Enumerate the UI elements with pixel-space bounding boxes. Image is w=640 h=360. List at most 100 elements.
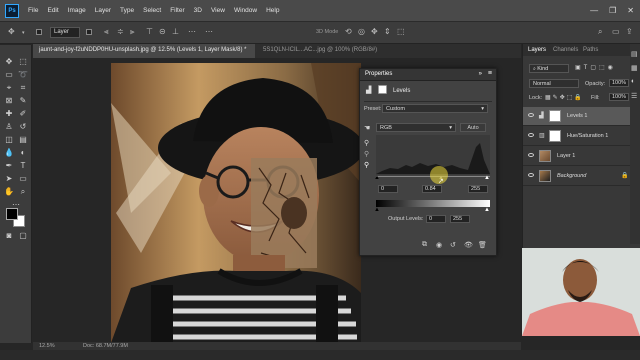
minimize-button[interactable]: — [590,6,598,15]
history-brush-tool-icon[interactable]: ↺ [18,122,28,132]
layer-row-background[interactable]: Background 🔒 [523,167,631,186]
auto-select-checkbox[interactable] [36,29,42,35]
document-image[interactable] [111,63,361,343]
layer-mask-thumbnail[interactable] [549,130,561,142]
collapse-icon[interactable]: » [479,71,482,77]
align-top-icon[interactable]: ⊤ [146,27,153,36]
white-point-eyedropper-icon[interactable]: ⚲ [364,161,369,169]
close-button[interactable]: ✕ [627,6,634,15]
output-white-field[interactable]: 255 [450,215,470,223]
align-right-icon[interactable]: ⫸ [130,27,135,37]
marquee-tool-icon[interactable]: ▭ [4,70,14,80]
align-left-icon[interactable]: ⫷ [104,27,109,37]
shape-tool-icon[interactable]: ▭ [18,174,28,184]
visibility-eye-icon[interactable] [528,133,534,137]
move-tool-icon[interactable]: ✥ [4,57,14,67]
output-black-slider[interactable]: ▲ [374,207,380,213]
menu-window[interactable]: Window [234,7,257,14]
gray-point-eyedropper-icon[interactable]: ⚲ [364,150,369,158]
channel-dropdown[interactable]: RGB ▾ [376,123,456,132]
clip-to-layer-icon[interactable]: ⧉ [422,241,427,249]
tab-document-active[interactable]: jaunt-and-joy-f2uNDDP0HU-unsplash.jpg @ … [33,44,255,58]
output-black-field[interactable]: 0 [426,215,446,223]
visibility-icon[interactable]: 👁 [464,241,473,249]
more-options-icon[interactable]: ⋯ [205,27,213,36]
3d-rotate-icon[interactable]: ⟲ [345,27,352,36]
pen-tool-icon[interactable]: ✒ [4,161,14,171]
quick-select-tool-icon[interactable]: ⌖ [4,83,14,93]
3d-slide-icon[interactable]: ⇕ [384,27,391,36]
layer-filter-icons[interactable]: ▣T▢⬚◉ [575,64,616,71]
auto-button[interactable]: Auto [460,123,486,132]
artboard-tool-icon[interactable]: ⬚ [18,57,28,67]
align-bottom-icon[interactable]: ⊥ [172,27,179,36]
layer-filter-dropdown[interactable]: ⌕ Kind [529,64,569,73]
frame-tool-icon[interactable]: ⊠ [4,96,14,106]
blur-tool-icon[interactable]: 💧 [4,148,14,158]
chevron-down-icon[interactable]: ▾ [22,30,25,36]
visibility-eye-icon[interactable] [528,113,534,117]
path-select-tool-icon[interactable]: ➤ [4,174,14,184]
layer-row-levels[interactable]: ▟ Levels 1 [523,107,631,126]
lock-icons[interactable]: ▦✎✥⬚🔒 [545,94,584,101]
align-middle-icon[interactable]: ⊝ [159,27,166,36]
menu-help[interactable]: Help [266,7,279,14]
input-white-slider[interactable]: ▲ [484,175,490,181]
blend-mode-dropdown[interactable]: Normal [529,79,579,88]
tab-layers[interactable]: Layers [528,47,546,53]
menu-layer[interactable]: Layer [95,7,111,14]
tab-paths[interactable]: Paths [583,47,598,53]
auto-select-dropdown[interactable]: Layer [50,27,80,38]
view-previous-icon[interactable]: ◉ [436,241,442,249]
black-point-eyedropper-icon[interactable]: ⚲ [364,139,369,147]
input-midtone-field[interactable]: 0.84 [422,185,442,193]
tab-document-2[interactable]: 5S1QLN-ICIL...AC...jpg @ 100% (RGB/8#) [257,44,411,58]
input-black-slider[interactable]: ▲ [374,175,380,181]
trash-icon[interactable]: 🗑 [478,241,487,249]
workspace-icon[interactable]: ▭ [612,27,620,36]
maximize-button[interactable]: ❐ [609,6,616,15]
3d-scale-icon[interactable]: ⬚ [397,27,405,36]
menu-edit[interactable]: Edit [47,7,58,14]
history-panel-icon[interactable]: ▤ [631,50,638,58]
adjustments-panel-icon[interactable]: ◐ [631,78,635,85]
layer-row-hue-saturation[interactable]: ▥ Hue/Saturation 1 [523,127,631,146]
tab-channels[interactable]: Channels [553,47,578,53]
3d-pan-icon[interactable]: ✥ [371,27,378,36]
quick-mask-icon[interactable]: ◙ [4,231,14,241]
menu-3d[interactable]: 3D [194,7,202,14]
search-icon[interactable]: ⌕ [598,27,602,37]
visibility-eye-icon[interactable] [528,173,534,177]
menu-view[interactable]: View [211,7,225,14]
properties-panel-header[interactable]: Properties » ≡ [360,69,496,81]
clone-stamp-tool-icon[interactable]: ♙ [4,122,14,132]
output-white-slider[interactable]: ▲ [484,207,490,213]
input-black-field[interactable]: 0 [378,185,398,193]
crop-tool-icon[interactable]: ⌗ [18,83,28,93]
align-center-icon[interactable]: ≑ [117,27,124,36]
distribute-icon[interactable]: ⋯ [188,27,196,36]
3d-roll-icon[interactable]: ◎ [358,27,365,36]
menu-type[interactable]: Type [120,7,134,14]
hand-tool-icon[interactable]: ✋ [4,187,14,197]
preset-dropdown[interactable]: Custom ▾ [382,104,488,113]
move-tool-icon[interactable]: ✥ [8,27,15,36]
targeted-adjustment-icon[interactable]: ☚ [364,124,370,132]
layer-row-layer-1[interactable]: Layer 1 [523,147,631,166]
brush-tool-icon[interactable]: ✐ [18,109,28,119]
properties-panel-icon[interactable]: ▦ [631,64,638,72]
opacity-field[interactable]: 100% [609,79,629,87]
menu-file[interactable]: File [28,7,38,14]
panel-menu-icon[interactable]: ≡ [488,70,492,77]
fill-field[interactable]: 100% [609,93,629,101]
zoom-tool-icon[interactable]: ⌕ [18,187,28,197]
healing-brush-tool-icon[interactable]: ✚ [4,109,14,119]
input-white-field[interactable]: 255 [468,185,488,193]
menu-image[interactable]: Image [68,7,86,14]
menu-select[interactable]: Select [143,7,161,14]
libraries-panel-icon[interactable]: ☰ [631,92,637,100]
gradient-tool-icon[interactable]: ▤ [18,135,28,145]
visibility-eye-icon[interactable] [528,153,534,157]
layer-mask-thumbnail[interactable] [549,110,561,122]
reset-icon[interactable]: ↺ [450,241,456,249]
